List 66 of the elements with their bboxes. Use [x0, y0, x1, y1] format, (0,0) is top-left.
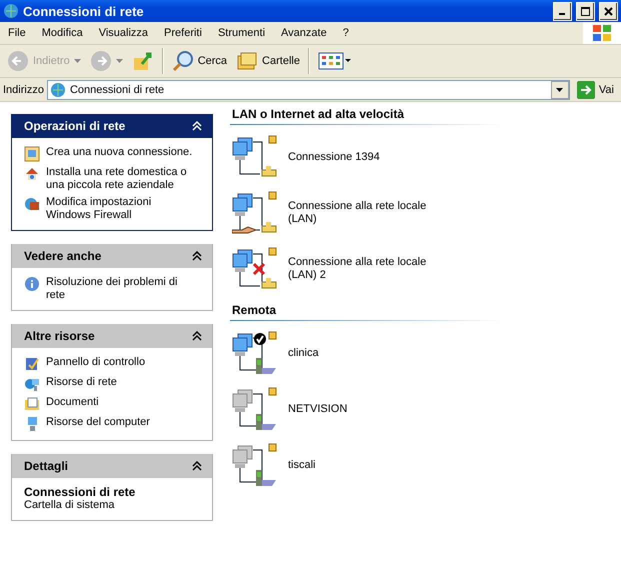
search-icon — [172, 50, 194, 72]
search-button[interactable]: Cerca — [168, 47, 230, 75]
caret-icon — [116, 59, 123, 63]
info-icon — [24, 276, 40, 292]
folders-button[interactable]: Cartelle — [233, 47, 303, 75]
maximize-icon — [581, 6, 590, 16]
close-icon — [604, 6, 613, 16]
panel-title: Dettagli — [24, 459, 68, 473]
views-icon — [318, 51, 352, 71]
collapse-icon — [192, 331, 202, 341]
menu-item[interactable]: ? — [334, 27, 357, 39]
collapse-icon — [192, 461, 202, 471]
menu-item[interactable]: Visualizza — [90, 27, 156, 39]
menu-item[interactable]: Preferiti — [156, 27, 210, 39]
collapse-icon — [192, 121, 202, 131]
menu-item[interactable]: Modifica — [34, 27, 91, 39]
go-button[interactable]: Vai — [572, 80, 618, 98]
task-link[interactable]: Risorse del computer — [24, 416, 202, 432]
connection-item[interactable]: Connessione alla rete locale (LAN) — [230, 185, 621, 241]
task-link[interactable]: Installa una rete domestica o una piccola rete aziendale — [24, 166, 202, 192]
panel-header[interactable]: Vedere anche — [12, 244, 212, 268]
task-link[interactable]: Crea una nuova connessione. — [24, 146, 202, 162]
panel-header[interactable]: Dettagli — [12, 454, 212, 478]
connection-item[interactable]: tiscali — [230, 437, 621, 493]
maximize-button[interactable] — [576, 2, 595, 20]
details-description: Cartella di sistema — [24, 499, 114, 511]
connection-item[interactable]: Connessione 1394 — [230, 129, 621, 185]
panel-title: Altre risorse — [24, 329, 95, 343]
folders-icon — [236, 50, 258, 72]
connection-item[interactable]: NETVISION — [230, 381, 621, 437]
caret-icon — [556, 88, 564, 92]
panel-title: Vedere anche — [24, 249, 102, 263]
folder-icon — [24, 396, 40, 412]
panel-header[interactable]: Altre risorse — [12, 324, 212, 348]
menu-item[interactable]: File — [0, 27, 34, 39]
menu-item[interactable]: Avanzate — [273, 27, 335, 39]
panel-title: Operazioni di rete — [24, 119, 126, 133]
address-field[interactable]: Connessioni di rete — [46, 80, 570, 100]
close-button[interactable] — [599, 2, 618, 20]
caret-icon — [74, 59, 81, 63]
task-link[interactable]: Documenti — [24, 396, 202, 412]
task-link[interactable]: Risoluzione dei problemi di rete — [24, 276, 202, 302]
wizard-icon — [24, 146, 40, 162]
dropdown-button[interactable] — [550, 80, 569, 98]
task-link[interactable]: Modifica impostazioni Windows Firewall — [24, 196, 202, 222]
folder-up-icon — [132, 50, 154, 72]
control-panel-icon — [24, 356, 40, 372]
window-title: Connessioni di rete — [23, 4, 145, 18]
panel-header[interactable]: Operazioni di rete — [12, 114, 212, 138]
house-icon — [24, 166, 40, 182]
firewall-icon — [24, 196, 40, 212]
group-header: LAN o Internet ad alta velocità — [230, 107, 502, 125]
collapse-icon — [192, 251, 202, 261]
network-icon — [24, 376, 40, 392]
address-label: Indirizzo — [3, 84, 44, 96]
minimize-button[interactable] — [553, 2, 572, 20]
menu-item[interactable]: Strumenti — [210, 27, 274, 39]
details-name: Connessioni di rete — [24, 486, 136, 499]
task-link[interactable]: Risorse di rete — [24, 376, 202, 392]
group-header: Remota — [230, 303, 502, 321]
network-globe-icon — [3, 3, 19, 19]
task-link[interactable]: Pannello di controllo — [24, 356, 202, 372]
connection-item[interactable]: Connessione alla rete locale (LAN) 2 — [230, 241, 621, 297]
network-globe-icon — [50, 82, 66, 98]
connection-item[interactable]: clinica — [230, 325, 621, 381]
logo — [592, 24, 612, 42]
